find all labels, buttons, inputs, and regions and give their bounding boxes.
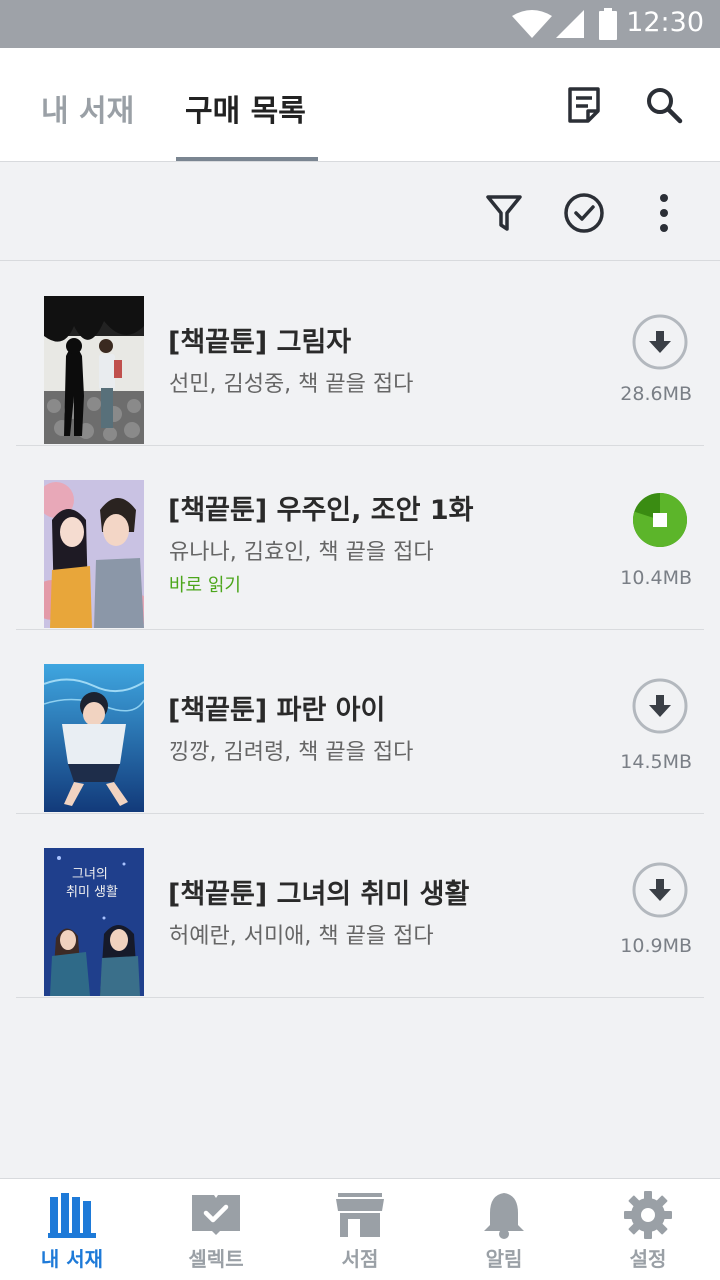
nav-label: 설정	[629, 1247, 667, 1271]
book-title: [책끝툰] 파란 아이	[168, 695, 386, 726]
list-toolbar	[0, 163, 720, 261]
book-title: [책끝툰] 그림자	[168, 327, 352, 358]
more-vert-icon[interactable]	[642, 191, 686, 235]
library-icon	[48, 1193, 96, 1238]
bell-icon	[484, 1193, 524, 1239]
book-author: 선민, 김성중, 책 끝을 접다	[169, 372, 414, 397]
nav-label: 내 서재	[40, 1247, 104, 1271]
nav-my-library[interactable]: 내 서재	[0, 1179, 144, 1280]
nav-label: 서점	[341, 1247, 379, 1271]
tab-my-library[interactable]: 내 서재	[41, 86, 134, 130]
book-author: 유나나, 김효인, 책 끝을 접다	[169, 540, 434, 565]
file-size: 10.4MB	[620, 567, 692, 589]
book-cover	[44, 480, 144, 628]
list-item[interactable]: [책끝툰] 파란 아이 낑깡, 김려령, 책 끝을 접다 14.5MB	[16, 630, 704, 814]
list-item[interactable]: [책끝툰] 그림자 선민, 김성중, 책 끝을 접다 28.6MB	[16, 262, 704, 446]
select-book-icon	[192, 1195, 240, 1235]
filter-icon[interactable]	[482, 191, 526, 235]
cover-title-line2: 취미 생활	[66, 885, 118, 900]
download-icon[interactable]	[632, 314, 688, 370]
notes-icon[interactable]	[564, 85, 604, 125]
book-title: [책끝툰] 그녀의 취미 생활	[168, 879, 470, 910]
download-progress-stop-icon[interactable]	[632, 492, 688, 548]
header: 내 서재 구매 목록	[0, 48, 720, 162]
book-author: 낑깡, 김려령, 책 끝을 접다	[169, 740, 414, 765]
nav-notifications[interactable]: 알림	[432, 1179, 576, 1280]
list-item[interactable]: 그녀의 취미 생활 [책끝툰] 그녀의 취미 생활 허예란, 서미애, 책 끝을…	[16, 814, 704, 998]
bottom-nav: 내 서재 셀렉트 서점 알림 설정	[0, 1178, 720, 1280]
book-author: 허예란, 서미애, 책 끝을 접다	[169, 924, 434, 949]
list-item[interactable]: [책끝툰] 우주인, 조안 1화 유나나, 김효인, 책 끝을 접다 바로 읽기…	[16, 446, 704, 630]
file-size: 10.9MB	[620, 935, 692, 957]
book-cover	[44, 296, 144, 444]
gear-icon	[624, 1191, 672, 1239]
signal-icon	[556, 10, 584, 38]
book-cover	[44, 664, 144, 812]
file-size: 14.5MB	[620, 751, 692, 773]
download-icon[interactable]	[632, 862, 688, 918]
tab-purchase-list[interactable]: 구매 목록	[185, 86, 306, 130]
active-tab-indicator	[176, 157, 318, 161]
nav-settings[interactable]: 설정	[576, 1179, 720, 1280]
book-title: [책끝툰] 우주인, 조안 1화	[168, 495, 474, 526]
nav-label: 알림	[485, 1247, 523, 1271]
cover-title-line1: 그녀의	[72, 867, 108, 882]
nav-store[interactable]: 서점	[288, 1179, 432, 1280]
file-size: 28.6MB	[620, 383, 692, 405]
book-cover: 그녀의 취미 생활	[44, 848, 144, 996]
nav-label: 셀렉트	[188, 1247, 244, 1271]
nav-select[interactable]: 셀렉트	[144, 1179, 288, 1280]
search-icon[interactable]	[644, 85, 684, 125]
download-icon[interactable]	[632, 678, 688, 734]
wifi-icon	[512, 10, 552, 38]
battery-icon	[599, 8, 617, 40]
store-icon	[336, 1193, 384, 1237]
status-bar: 12:30	[0, 0, 720, 48]
read-now-link[interactable]: 바로 읽기	[169, 571, 241, 597]
select-check-icon[interactable]	[562, 191, 606, 235]
status-time: 12:30	[626, 7, 704, 38]
